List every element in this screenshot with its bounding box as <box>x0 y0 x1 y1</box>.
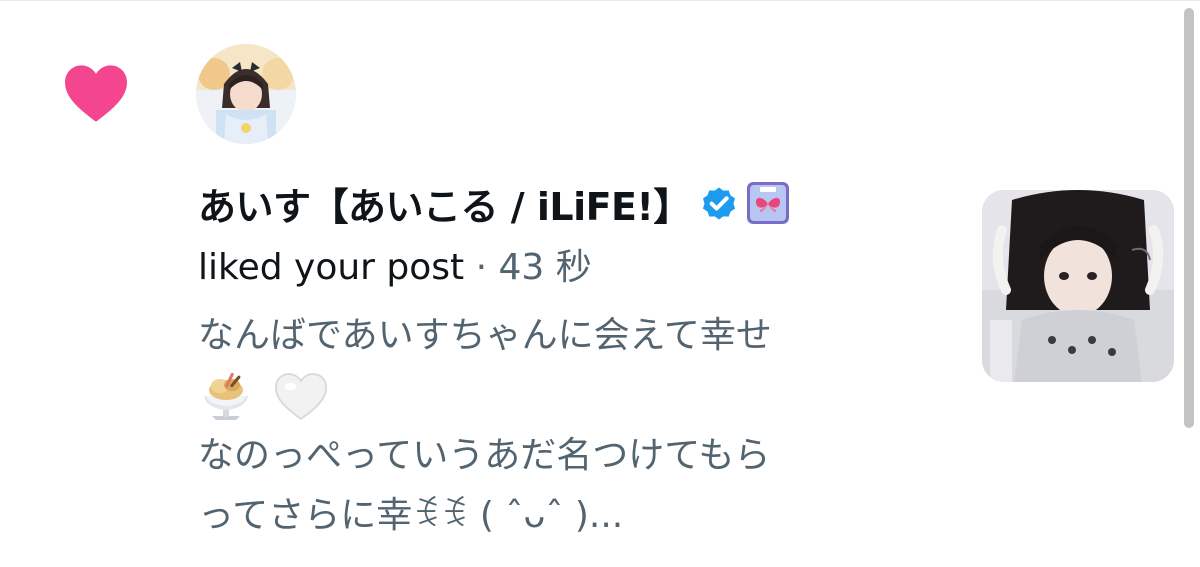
timestamp[interactable]: 43 秒 <box>499 247 592 288</box>
verified-badge-icon <box>702 187 735 220</box>
scrollbar-thumb[interactable] <box>1184 8 1194 428</box>
post-text[interactable]: なんばであいすちゃんに会えて幸せ なのっぺっていうあだ名つけてもら ってさらに幸… <box>198 306 918 546</box>
divider <box>0 0 1200 1</box>
post-text-line: なのっぺっていうあだ名つけてもら <box>198 435 771 476</box>
author-row[interactable]: あいす【あいこる / iLiFE!】 <box>198 176 789 230</box>
action-text: liked your post <box>198 247 465 288</box>
action-row: liked your post · 43 秒 <box>198 238 592 290</box>
post-emoji-line <box>198 366 918 426</box>
separator: · <box>475 247 488 288</box>
avatar-image <box>196 44 296 144</box>
avatar[interactable] <box>196 44 296 144</box>
post-text-line: ってさらに幸ꉂꉂ ( ˆᴗˆ )... <box>198 495 624 536</box>
display-name[interactable]: あいす【あいこる / iLiFE!】 <box>198 176 691 231</box>
post-thumbnail-image <box>982 190 1174 382</box>
like-heart-icon <box>65 65 127 122</box>
post-thumbnail[interactable] <box>982 190 1174 382</box>
post-text-line: なんばであいすちゃんに会えて幸せ <box>198 315 772 356</box>
parfait-icon <box>204 372 248 420</box>
white-heart-icon <box>275 373 328 421</box>
like-notification[interactable]: あいす【あいこる / iLiFE!】 liked your post · 43 … <box>0 0 1200 567</box>
affiliate-badge-icon[interactable] <box>746 182 789 224</box>
